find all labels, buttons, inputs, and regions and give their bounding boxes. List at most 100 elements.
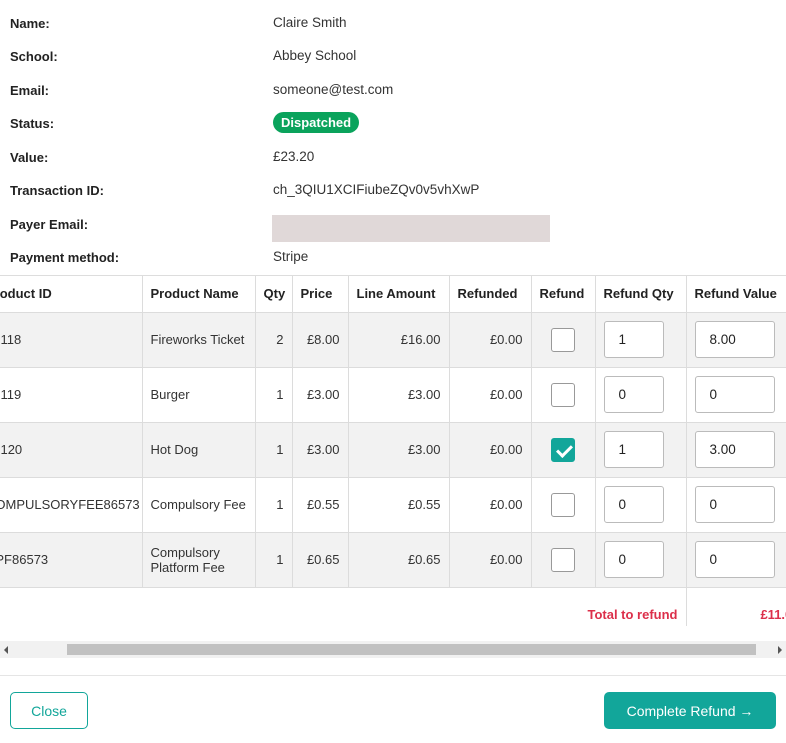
header-product-name: Product Name [142,276,256,313]
footer-divider [0,675,786,676]
email-value: someone@test.com [273,82,394,97]
cell-refunded: £0.00 [449,367,532,423]
table-row: 25118 Fireworks Ticket 2 £8.00 £16.00 £0… [0,312,786,368]
scrollbar-thumb[interactable] [67,644,756,655]
refund-checkbox[interactable] [550,382,575,407]
total-row: Total to refund £11.00 [0,587,786,626]
payment-method-label: Payment method: [10,250,120,265]
header-refund-qty: Refund Qty [595,276,687,313]
payment-method-value: Stripe [273,249,309,264]
cell-product-id: 25119 [0,367,143,423]
header-refund: Refund [531,276,596,313]
refund-checkbox[interactable] [550,437,575,462]
school-value: Abbey School [273,48,357,63]
cell-price: £0.65 [292,532,349,588]
email-label: Email: [10,83,50,98]
scroll-right-icon[interactable] [778,646,782,654]
refund-checkbox[interactable] [550,327,575,352]
cell-price: £8.00 [292,312,349,368]
cell-qty: 1 [255,367,293,423]
cell-product-id: 25120 [0,422,143,478]
cell-refund-value: 8.00 [686,312,786,368]
cell-refund-value: 3.00 [686,422,786,478]
cell-refund [531,367,596,423]
cell-product-name: Fireworks Ticket [142,312,256,368]
cell-price: £0.55 [292,477,349,533]
refund-qty-input[interactable]: 0 [603,486,664,523]
refund-table-container: Product ID Product Name Qty Price Line A… [0,275,786,626]
cell-refund-value: 0 [686,367,786,423]
cell-price: £3.00 [292,367,349,423]
refund-checkbox[interactable] [550,492,575,517]
cell-product-name: Compulsory Fee [142,477,256,533]
cell-line-amount: £3.00 [348,367,450,423]
refund-value-input[interactable]: 0 [694,376,775,413]
total-spacer [0,587,142,626]
total-spacer [449,587,531,626]
status-label: Status: [10,116,55,131]
cell-line-amount: £0.65 [348,532,450,588]
school-label: School: [10,49,58,64]
total-spacer [292,587,348,626]
table-row: CPF86573 Compulsory Platform Fee 1 £0.65… [0,532,786,588]
cell-refund-qty: 0 [595,477,687,533]
total-to-refund-value: £11.00 [686,587,786,626]
header-product-id: Product ID [0,276,143,313]
cell-refund [531,477,596,533]
cell-refunded: £0.00 [449,477,532,533]
transaction-id-label: Transaction ID: [10,183,104,198]
complete-refund-button[interactable]: Complete Refund → [604,692,776,729]
payer-email-label: Payer Email: [10,217,89,232]
table-row: COMPULSORYFEE86573 Compulsory Fee 1 £0.5… [0,477,786,533]
cell-refund-qty: 0 [595,367,687,423]
name-label: Name: [10,16,50,31]
cell-product-name: Hot Dog [142,422,256,478]
cell-qty: 2 [255,312,293,368]
cell-price: £3.00 [292,422,349,478]
refund-value-input[interactable]: 3.00 [694,431,775,468]
cell-product-id: 25118 [0,312,143,368]
header-price: Price [292,276,349,313]
header-refund-value: Refund Value [686,276,786,313]
cell-refund-value: 0 [686,532,786,588]
status-badge: Dispatched [273,112,360,133]
cell-product-id: CPF86573 [0,532,143,588]
refund-qty-input[interactable]: 0 [603,541,664,578]
refund-value-input[interactable]: 0 [694,486,775,523]
scroll-left-icon[interactable] [4,646,8,654]
cell-qty: 1 [255,422,293,478]
cell-product-id: COMPULSORYFEE86573 [0,477,143,533]
total-spacer [142,587,255,626]
refund-qty-input[interactable]: 1 [603,321,664,358]
name-value: Claire Smith [273,15,347,30]
cell-qty: 1 [255,532,293,588]
cell-refund-value: 0 [686,477,786,533]
cell-line-amount: £16.00 [348,312,450,368]
cell-refunded: £0.00 [449,312,532,368]
refund-checkbox[interactable] [550,547,575,572]
transaction-id-value: ch_3QIU1XCIFiubeZQv0v5vhXwP [273,182,480,197]
total-spacer [348,587,449,626]
cell-refund [531,422,596,478]
header-qty: Qty [255,276,293,313]
cell-line-amount: £3.00 [348,422,450,478]
cell-line-amount: £0.55 [348,477,450,533]
refund-qty-input[interactable]: 1 [603,431,664,468]
close-button[interactable]: Close [10,692,88,729]
refund-value-input[interactable]: 0 [694,541,775,578]
total-to-refund-label: Total to refund [531,587,687,626]
table-header-row: Product ID Product Name Qty Price Line A… [0,276,786,313]
cell-refund [531,312,596,368]
cell-refund-qty: 1 [595,422,687,478]
cell-qty: 1 [255,477,293,533]
table-row: 25120 Hot Dog 1 £3.00 £3.00 £0.00 1 3.00 [0,422,786,478]
horizontal-scrollbar[interactable] [0,641,786,658]
value-label: Value: [10,150,49,165]
header-line-amount: Line Amount [348,276,450,313]
refund-qty-input[interactable]: 0 [603,376,664,413]
header-refunded: Refunded [449,276,532,313]
refund-value-input[interactable]: 8.00 [694,321,775,358]
cell-product-name: Compulsory Platform Fee [142,532,256,588]
table-row: 25119 Burger 1 £3.00 £3.00 £0.00 0 0 [0,367,786,423]
cell-refund-qty: 0 [595,532,687,588]
